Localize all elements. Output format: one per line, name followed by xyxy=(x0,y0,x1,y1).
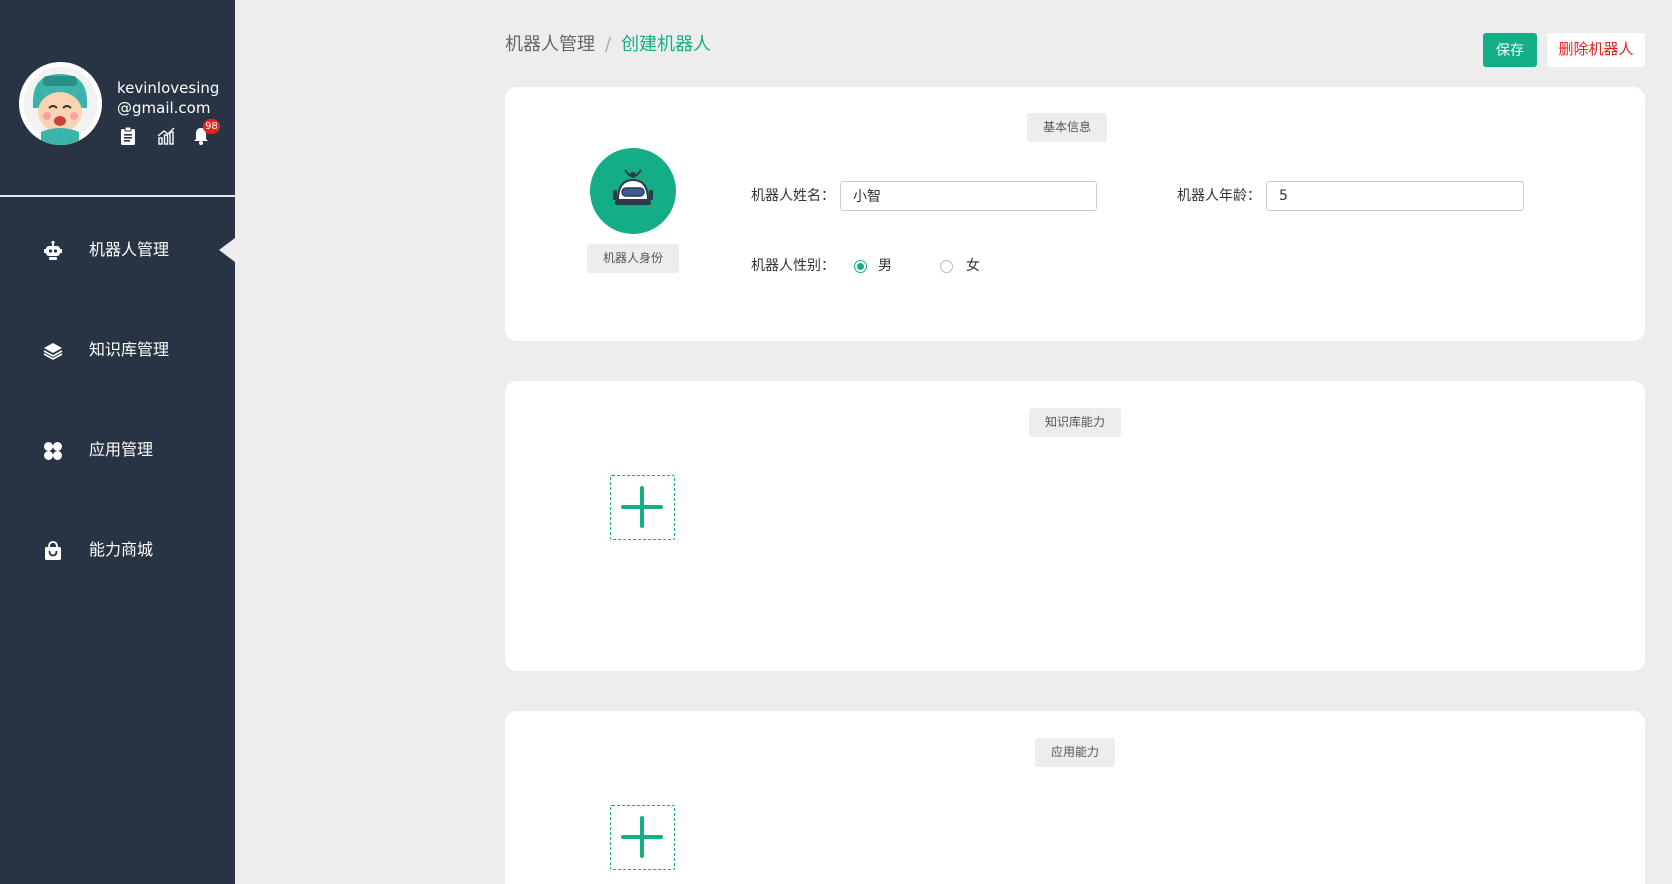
section-title-knowledge: 知识库能力 xyxy=(1029,408,1121,437)
sidebar-item-label: 应用管理 xyxy=(89,440,154,459)
add-knowledge-button[interactable] xyxy=(610,475,675,540)
sidebar-item-app-management[interactable]: 应用管理 xyxy=(0,420,235,480)
sidebar-item-robot-management[interactable]: 机器人管理 xyxy=(0,220,235,280)
robot-icon xyxy=(42,240,64,262)
robot-head-icon xyxy=(613,169,653,205)
apps-icon xyxy=(42,440,64,462)
plus-icon xyxy=(621,816,663,858)
sidebar-item-ability-store[interactable]: 能力商城 xyxy=(0,520,235,580)
delete-robot-button[interactable]: 删除机器人 xyxy=(1547,33,1645,67)
avatar[interactable] xyxy=(19,62,102,145)
robot-gender-label: 机器人性别： xyxy=(751,258,835,274)
robot-age-label: 机器人年龄： xyxy=(1177,188,1261,204)
app-ability-card: 应用能力 xyxy=(505,711,1645,884)
robot-avatar[interactable] xyxy=(590,148,676,234)
sidebar: kevinlovesing@gmail.com 98 机器人管理 知识库管理 应… xyxy=(0,0,235,884)
plus-icon xyxy=(621,486,663,528)
user-profile: kevinlovesing@gmail.com 98 xyxy=(0,0,235,197)
section-title-basic-info: 基本信息 xyxy=(1027,113,1107,142)
gender-female-label[interactable]: 女 xyxy=(966,256,980,276)
breadcrumb: 机器人管理 / 创建机器人 xyxy=(505,33,711,57)
gender-female-radio[interactable] xyxy=(940,260,953,273)
shop-bag-icon xyxy=(42,540,64,562)
gender-male-label[interactable]: 男 xyxy=(878,256,892,276)
sidebar-item-label: 机器人管理 xyxy=(89,240,170,259)
gender-male-radio[interactable] xyxy=(854,260,867,273)
add-app-button[interactable] xyxy=(610,805,675,870)
section-title-apps: 应用能力 xyxy=(1035,738,1115,767)
sidebar-item-label: 能力商城 xyxy=(89,540,154,559)
breadcrumb-separator: / xyxy=(605,34,612,55)
robot-age-input[interactable] xyxy=(1266,181,1524,211)
sidebar-item-knowledge-management[interactable]: 知识库管理 xyxy=(0,320,235,380)
save-button[interactable]: 保存 xyxy=(1483,33,1537,67)
user-email: kevinlovesing@gmail.com xyxy=(117,79,220,117)
sidebar-item-label: 知识库管理 xyxy=(89,340,170,359)
knowledge-ability-card: 知识库能力 xyxy=(505,381,1645,671)
layers-icon xyxy=(42,340,64,362)
robot-name-label: 机器人姓名： xyxy=(751,188,835,204)
active-indicator xyxy=(219,238,235,262)
breadcrumb-parent[interactable]: 机器人管理 xyxy=(505,34,595,55)
breadcrumb-current: 创建机器人 xyxy=(621,34,712,55)
robot-identity-button[interactable]: 机器人身份 xyxy=(587,244,679,273)
clipboard-icon[interactable] xyxy=(118,126,138,146)
chart-stats-icon[interactable] xyxy=(156,126,176,146)
notification-badge: 98 xyxy=(203,119,220,134)
basic-info-card: 基本信息 机器人身份 机器人姓名： 机器人年龄： 机器人性别： 男 女 xyxy=(505,87,1645,341)
robot-name-input[interactable] xyxy=(840,181,1097,211)
